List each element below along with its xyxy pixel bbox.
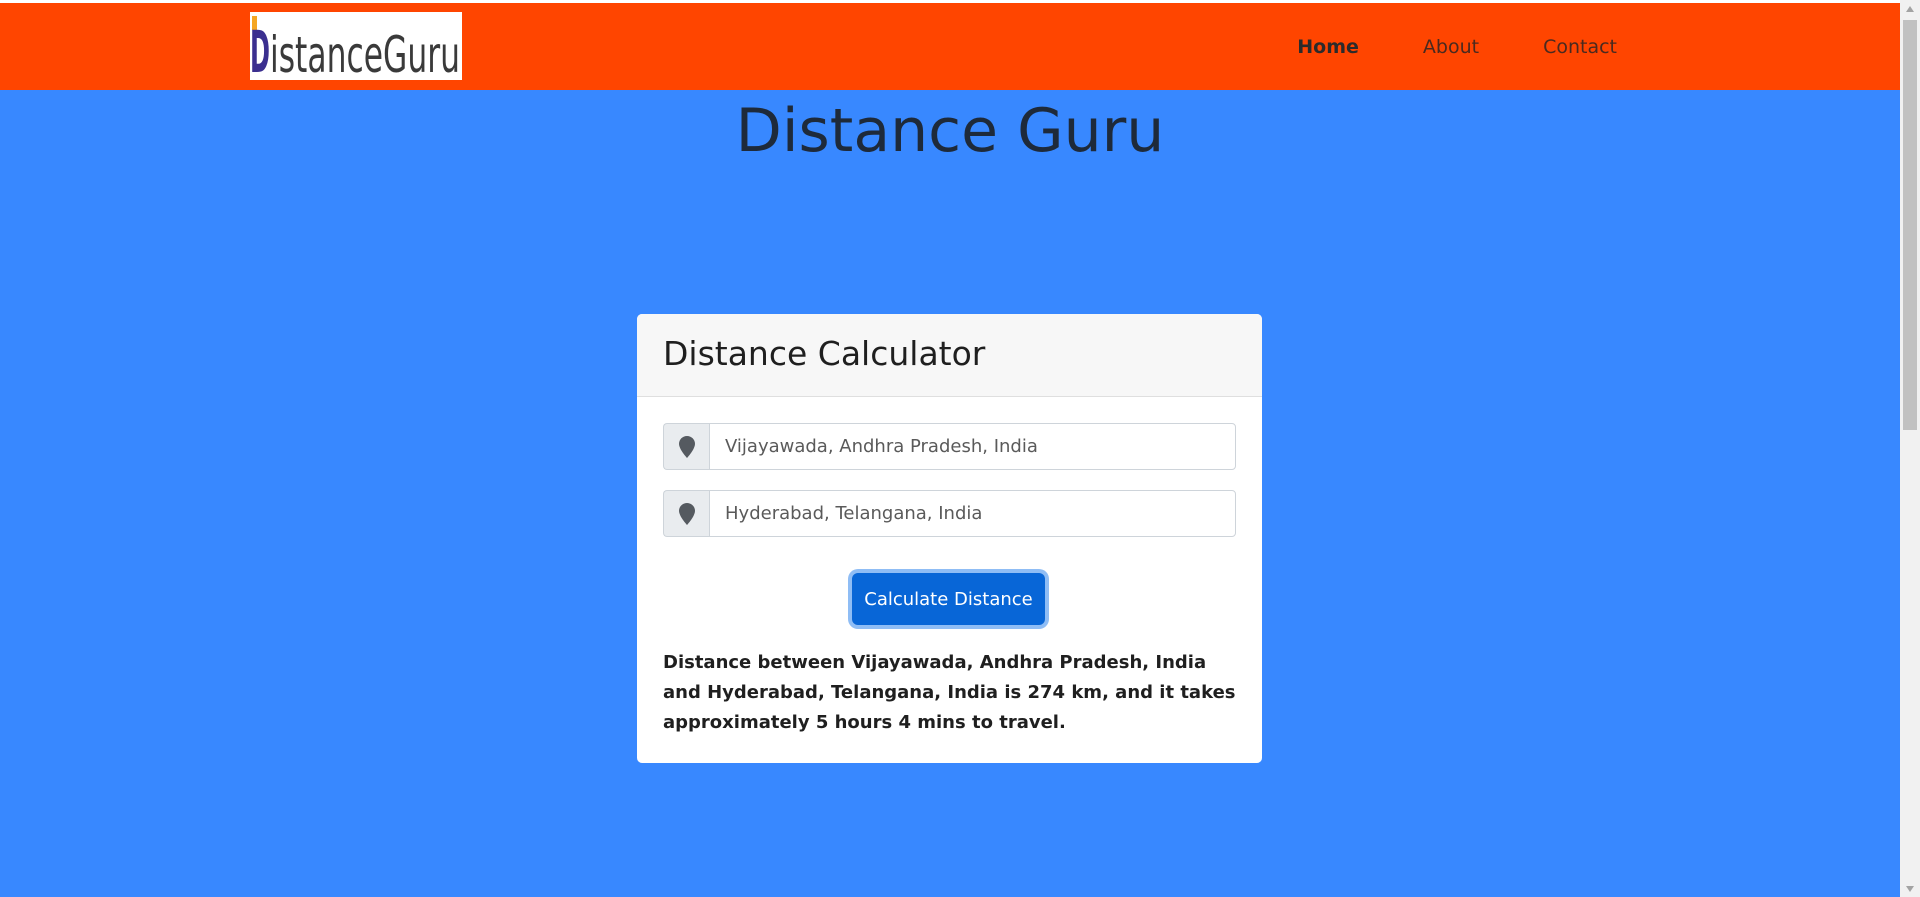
card-title: Distance Calculator [663, 334, 986, 373]
destination-addon [663, 490, 709, 537]
vertical-scrollbar[interactable] [1900, 0, 1920, 897]
nav-contact-link[interactable]: Contact [1543, 36, 1617, 58]
origin-addon [663, 423, 709, 470]
brand-logo[interactable]: D istanceGuru [250, 12, 462, 80]
nav-about-link[interactable]: About [1423, 36, 1479, 58]
nav-home-link[interactable]: Home [1297, 36, 1359, 58]
svg-text:D: D [250, 18, 270, 80]
nav-links: Home About Contact [1233, 3, 1617, 90]
logo-text: istanceGuru [270, 26, 460, 80]
calculate-distance-button[interactable]: Calculate Distance [852, 573, 1045, 625]
destination-input-group [663, 490, 1236, 537]
navbar: D istanceGuru Home About Contact [0, 3, 1900, 90]
origin-input-group [663, 423, 1236, 470]
map-marker-icon [678, 502, 695, 525]
distance-result: Distance between Vijayawada, Andhra Prad… [663, 652, 1236, 733]
scrollbar-thumb[interactable] [1903, 20, 1917, 430]
destination-input[interactable] [709, 490, 1236, 537]
card-header: Distance Calculator [637, 314, 1262, 397]
scroll-down-arrow-icon[interactable] [1900, 880, 1920, 897]
distance-calculator-card: Distance Calculator Calculate Distance D… [637, 314, 1262, 763]
page: D istanceGuru Home About Contact Distanc… [0, 0, 1900, 897]
scroll-up-arrow-icon[interactable] [1900, 0, 1920, 17]
origin-input[interactable] [709, 423, 1236, 470]
page-title: Distance Guru [735, 96, 1165, 166]
logo-image: D istanceGuru [250, 12, 462, 80]
map-marker-icon [678, 435, 695, 458]
